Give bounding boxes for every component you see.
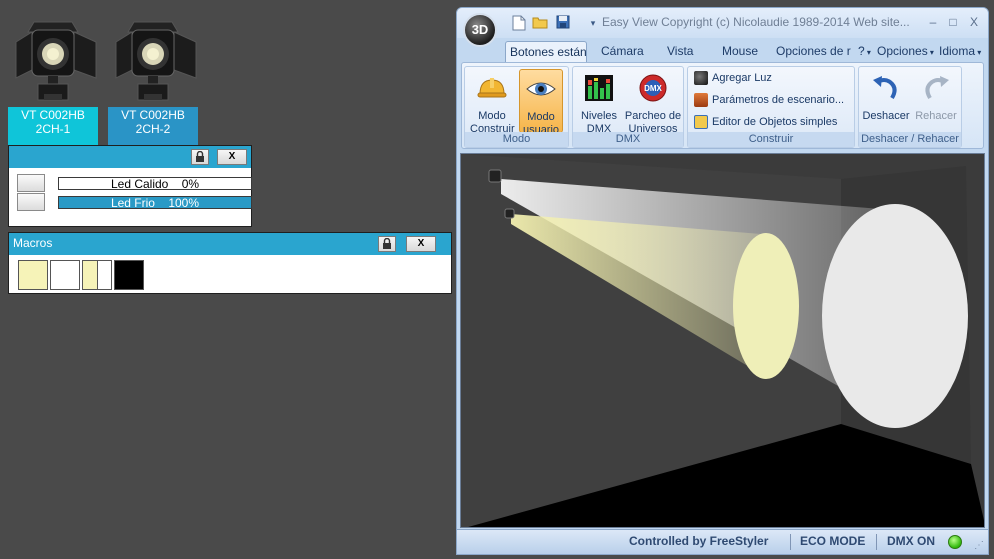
close-button[interactable]: X: [217, 149, 247, 165]
new-file-icon[interactable]: [511, 15, 527, 31]
redo-icon: [925, 76, 949, 100]
spotlight-icon: [15, 21, 97, 101]
channel-panel-titlebar[interactable]: X: [9, 146, 251, 168]
app-orb-button[interactable]: 3D: [463, 13, 497, 47]
tab-camara[interactable]: Cámara: [597, 41, 648, 62]
ribbon-tabs: Botones están Cámara Vista Mouse Opcione…: [457, 38, 988, 62]
macros-panel-titlebar[interactable]: Macros X: [9, 233, 451, 255]
level-meter-icon: [585, 75, 613, 101]
deshacer-button[interactable]: Deshacer: [861, 69, 911, 133]
channel-select-button[interactable]: [17, 193, 45, 211]
macro-swatch-black[interactable]: [114, 260, 144, 290]
warm-light-spot: [733, 233, 799, 379]
agregar-luz-button[interactable]: Agregar Luz: [694, 69, 772, 88]
status-divider: [790, 534, 791, 550]
dmx-status-text: DMX ON: [887, 534, 935, 548]
ribbon: Modo Construir Modo usuario Modo Niveles…: [461, 62, 984, 149]
group-caption: Deshacer / Rehacer: [859, 132, 961, 147]
hard-hat-icon: [477, 78, 507, 98]
channel-panel: X Led Calido 0% Led Frio 100%: [8, 145, 252, 227]
dmx-led-indicator: [948, 535, 962, 549]
controlled-by-text: Controlled by FreeStyler: [629, 534, 769, 548]
fixture-model-2[interactable]: [504, 208, 515, 219]
eco-mode-text: ECO MODE: [800, 534, 866, 548]
group-caption: DMX: [573, 132, 683, 147]
add-light-icon: [694, 71, 708, 86]
white-light-spot: [822, 204, 968, 428]
channel-slider-warm[interactable]: Led Calido 0%: [17, 174, 252, 192]
3d-viewport[interactable]: [460, 153, 985, 528]
save-icon[interactable]: [555, 15, 571, 31]
channel-slider-cold[interactable]: Led Frio 100%: [17, 193, 252, 211]
close-button[interactable]: X: [406, 236, 436, 252]
group-undo-redo: Deshacer Rehacer Deshacer / Rehacer: [858, 66, 962, 148]
stage-scene: [461, 154, 984, 527]
maximize-button[interactable]: □: [942, 13, 964, 31]
window-titlebar[interactable]: 3D ▾ Easy View Copyright (c) Nicolaudie …: [457, 8, 988, 47]
parcheo-universos-button[interactable]: DMX Parcheo de Universos: [623, 69, 683, 135]
close-button[interactable]: X: [963, 13, 985, 31]
object-editor-icon: [694, 115, 708, 130]
niveles-dmx-button[interactable]: Niveles DMX: [577, 69, 621, 135]
macros-panel: Macros X: [8, 232, 452, 294]
minimize-button[interactable]: –: [922, 13, 944, 31]
slider-track[interactable]: Led Calido 0%: [58, 177, 252, 190]
channel-select-button[interactable]: [17, 174, 45, 192]
macros-title: Macros: [13, 236, 53, 250]
quick-access-dropdown-icon[interactable]: ▾: [585, 15, 601, 31]
lock-button[interactable]: [378, 236, 396, 252]
stage-icon: [694, 93, 708, 108]
fixture-icon-1[interactable]: VT C002HB 2CH-1: [8, 12, 98, 150]
group-dmx: Niveles DMX DMX Parcheo de Universos DMX: [572, 66, 684, 148]
macro-swatch-mix[interactable]: [82, 260, 112, 290]
group-modo: Modo Construir Modo usuario Modo: [464, 66, 569, 148]
tab-opciones[interactable]: Opciones ▾: [873, 41, 938, 62]
resize-grip-icon[interactable]: ⋰: [974, 540, 984, 551]
easy-view-window: 3D ▾ Easy View Copyright (c) Nicolaudie …: [456, 7, 989, 555]
tab-mouse[interactable]: Mouse: [718, 41, 762, 62]
tab-help[interactable]: ? ▾: [854, 41, 875, 62]
svg-text:DMX: DMX: [644, 84, 662, 93]
macro-swatch-white[interactable]: [50, 260, 80, 290]
dmx-patch-icon: DMX: [639, 74, 667, 102]
editor-objetos-button[interactable]: Editor de Objetos simples: [694, 113, 837, 132]
channel-label: Led Frio 100%: [110, 196, 200, 209]
tab-idioma[interactable]: Idioma ▾: [935, 41, 985, 62]
group-caption: Modo: [465, 132, 568, 147]
macro-swatch-warm[interactable]: [18, 260, 48, 290]
rehacer-button[interactable]: Rehacer: [911, 69, 961, 133]
status-divider: [876, 534, 877, 550]
fixture-label: VT C002HB 2CH-2: [108, 107, 198, 150]
window-title: Easy View Copyright (c) Nicolaudie 1989-…: [602, 15, 910, 29]
undo-icon: [873, 76, 897, 100]
tab-botones[interactable]: Botones están: [505, 41, 587, 62]
fixture-model-1[interactable]: [488, 169, 502, 183]
channel-label: Led Calido 0%: [110, 177, 200, 190]
group-construir: Agregar Luz Parámetros de escenario... E…: [687, 66, 855, 148]
lock-icon: [196, 150, 204, 162]
lock-icon: [383, 237, 391, 249]
tab-vista[interactable]: Vista: [663, 41, 697, 62]
slider-track[interactable]: Led Frio 100%: [58, 196, 252, 209]
tab-opciones-render[interactable]: Opciones de r: [772, 41, 852, 62]
lock-button[interactable]: [191, 149, 209, 165]
group-caption: Construir: [688, 132, 854, 147]
fixture-label: VT C002HB 2CH-1: [8, 107, 98, 150]
fixture-icon-2[interactable]: VT C002HB 2CH-2: [108, 12, 198, 150]
open-folder-icon[interactable]: [532, 15, 548, 31]
eye-icon: [526, 82, 556, 96]
modo-construir-button[interactable]: Modo Construir: [470, 69, 515, 135]
parametros-escenario-button[interactable]: Parámetros de escenario...: [694, 91, 844, 110]
modo-usuario-button[interactable]: Modo usuario: [519, 69, 563, 136]
status-bar: Controlled by FreeStyler ECO MODE DMX ON…: [457, 529, 988, 554]
spotlight-icon: [115, 21, 197, 101]
